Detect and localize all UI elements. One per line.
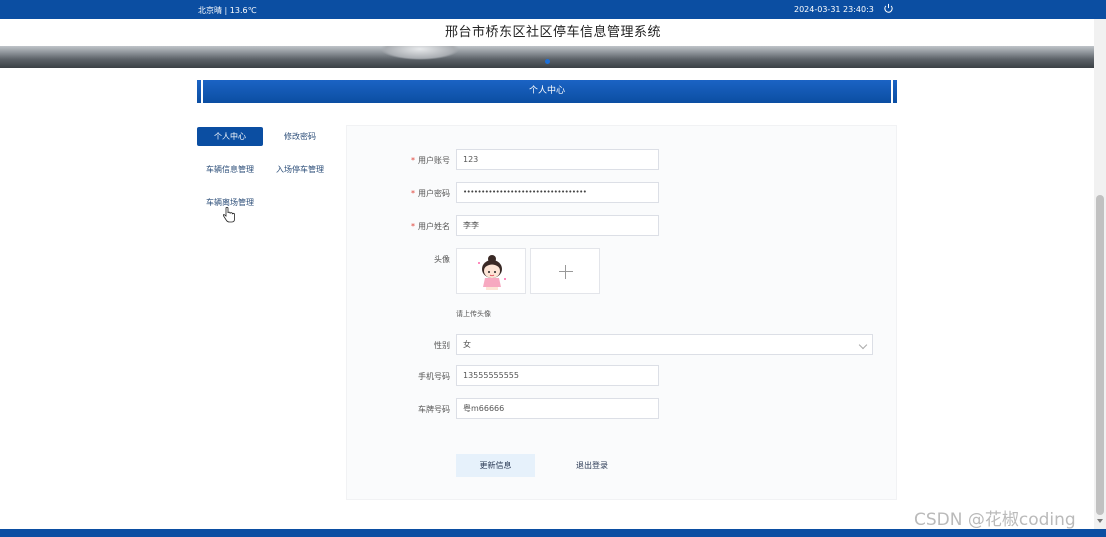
logout-button[interactable]: 退出登录	[555, 454, 629, 477]
account-input[interactable]: 123	[456, 149, 659, 170]
weather-text: 北京晴 | 13.6℃	[198, 6, 257, 15]
password-input[interactable]: ••••••••••••••••••••••••••••••••••	[456, 182, 659, 203]
section-title: 个人中心	[528, 86, 565, 96]
gender-label: 性别	[434, 341, 450, 350]
section-header: 个人中心	[197, 80, 897, 103]
footer-bar	[0, 529, 1106, 537]
phone-input[interactable]: 13555555555	[456, 365, 659, 386]
account-label: * 用户账号	[411, 156, 450, 165]
sidebar-item-change-password[interactable]: 修改密码	[270, 127, 330, 146]
plus-icon-vertical	[565, 265, 566, 279]
sidebar-item-vehicle-info[interactable]: 车辆信息管理	[197, 160, 263, 179]
top-status-bar: 北京晴 | 13.6℃ 2024-03-31 23:40:3	[0, 0, 1106, 19]
hand-cursor-icon	[222, 207, 235, 223]
required-mark: *	[411, 222, 415, 231]
watermark: CSDN @花椒coding	[914, 510, 1076, 530]
page-scrollbar[interactable]	[1094, 19, 1106, 529]
sidebar-item-profile[interactable]: 个人中心	[197, 127, 263, 146]
plus-icon	[559, 271, 573, 272]
avatar-upload-button[interactable]	[530, 248, 600, 294]
name-input[interactable]: 李李	[456, 215, 659, 236]
name-label: * 用户姓名	[411, 222, 450, 231]
plate-input[interactable]: 粤m66666	[456, 398, 659, 419]
required-mark: *	[411, 156, 415, 165]
avatar-hint: 请上传头像	[456, 310, 491, 318]
sidebar-item-entry-parking[interactable]: 入场停车管理	[270, 160, 330, 179]
power-icon[interactable]	[883, 3, 894, 14]
avatar-preview[interactable]	[456, 248, 526, 294]
scrollbar-thumb[interactable]	[1096, 195, 1104, 515]
chevron-down-icon	[858, 340, 868, 350]
scroll-down-icon[interactable]	[1097, 519, 1103, 523]
password-label: * 用户密码	[411, 189, 450, 198]
gender-select[interactable]: 女	[456, 334, 873, 355]
banner-image	[380, 46, 460, 60]
gender-selected-value: 女	[463, 340, 471, 349]
banner-carousel	[0, 46, 1094, 68]
carousel-indicator[interactable]	[545, 59, 550, 64]
avatar-label: 头像	[434, 255, 450, 264]
avatar-image	[478, 255, 506, 290]
section-edge-right	[891, 80, 893, 103]
phone-label: 手机号码	[418, 372, 450, 381]
datetime-text: 2024-03-31 23:40:3	[794, 5, 874, 14]
system-title-bar: 邢台市桥东区社区停车信息管理系统	[0, 19, 1106, 46]
system-title: 邢台市桥东区社区停车信息管理系统	[444, 25, 661, 40]
update-info-button[interactable]: 更新信息	[456, 454, 535, 477]
required-mark: *	[411, 189, 415, 198]
plate-label: 车牌号码	[418, 405, 450, 414]
section-edge-left	[201, 80, 203, 103]
